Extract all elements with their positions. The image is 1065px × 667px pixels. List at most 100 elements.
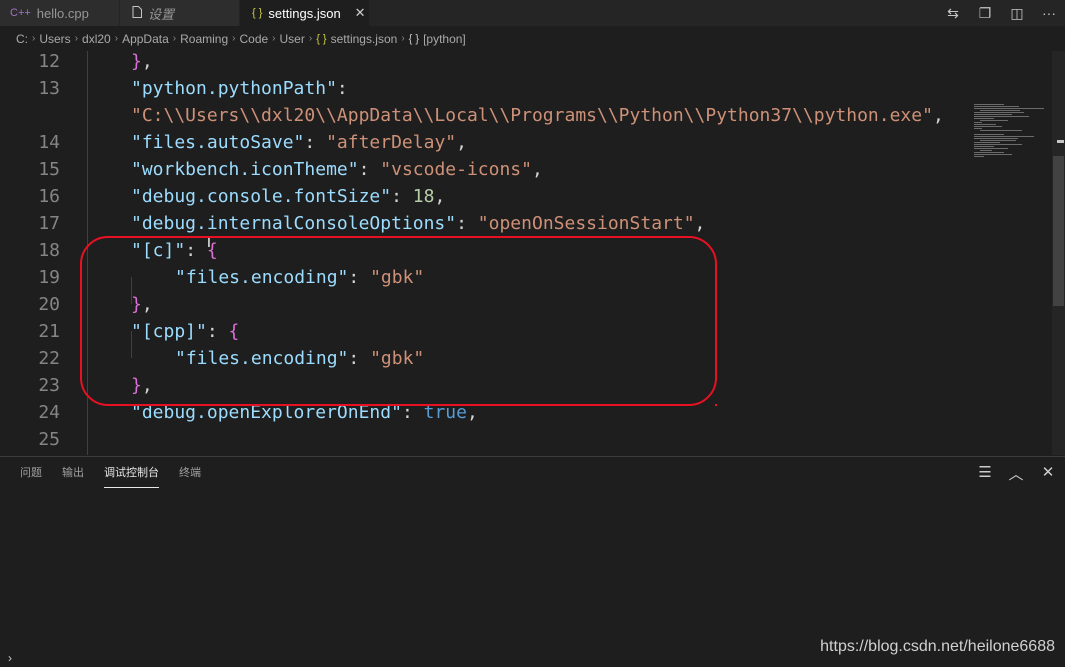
line-number: 19	[38, 267, 60, 288]
split-editor-icon[interactable]: ◫	[1001, 5, 1033, 22]
chevron-right-icon: ›	[172, 33, 177, 44]
code-token: ,	[531, 159, 543, 180]
code-token: "openOnSessionStart"	[477, 213, 695, 234]
panel-tab-output[interactable]: 输出	[62, 465, 84, 487]
code-token: "files.autoSave"	[131, 132, 305, 153]
minimap-line	[974, 116, 1029, 117]
line-number: 16	[38, 186, 60, 207]
line-number: 13	[38, 78, 60, 99]
minimap-line	[974, 124, 996, 125]
cpp-file-icon: C++	[10, 7, 31, 19]
minimap-line	[974, 154, 1012, 155]
maximize-panel-icon[interactable]: ︿	[1006, 463, 1026, 484]
tab-settings-json[interactable]: { } settings.json ✕	[240, 0, 370, 26]
code-token: :	[358, 159, 381, 180]
code-line[interactable]: 13 "python.pythonPath":	[0, 75, 1050, 102]
code-token: :	[391, 186, 413, 207]
code-line[interactable]: 15 "workbench.iconTheme": "vscode-icons",	[0, 156, 1050, 183]
code-line[interactable]: "C:\\Users\\dxl20\\AppData\\Local\\Progr…	[0, 102, 1050, 129]
close-icon[interactable]: ✕	[355, 5, 366, 21]
chevron-right-icon: ›	[74, 33, 79, 44]
scroll-marker	[1057, 140, 1064, 143]
minimap-line	[980, 150, 992, 151]
scrollbar-thumb[interactable]	[1053, 156, 1064, 306]
minimap-line	[974, 106, 1019, 107]
code-token: "vscode-icons"	[380, 159, 532, 180]
chevron-right-icon: ›	[114, 33, 119, 44]
code-line[interactable]: 16 "debug.console.fontSize": 18,	[0, 183, 1050, 210]
minimap-line	[980, 120, 1008, 121]
minimap-line	[974, 108, 1044, 109]
breadcrumb-item[interactable]: dxl20	[82, 32, 111, 46]
minimap-line	[974, 138, 1018, 139]
tab-label: 设置	[148, 6, 175, 22]
breadcrumb-item[interactable]: [python]	[423, 32, 466, 46]
code-token: "afterDelay"	[326, 132, 457, 153]
tab-label: hello.cpp	[36, 5, 89, 21]
compare-icon[interactable]: ⇆	[937, 5, 969, 22]
panel-tab-problems[interactable]: 问题	[20, 465, 42, 487]
code-token: :	[304, 132, 327, 153]
code-token: :	[456, 213, 478, 234]
code-line[interactable]: 17 "debug.internalConsoleOptions": "openO…	[0, 210, 1050, 237]
watermark: https://blog.csdn.net/heilone6688	[820, 638, 1055, 655]
code-text: },	[131, 51, 153, 75]
panel-tab-terminal[interactable]: 终端	[179, 465, 201, 487]
chevron-right-icon: ›	[308, 33, 313, 44]
editor-tab-bar: C++ hello.cpp 设置 { } settings.json ✕ ⇆ ❐…	[0, 0, 1065, 26]
breadcrumb-item[interactable]: Code	[239, 32, 268, 46]
minimap-line	[974, 148, 1008, 149]
minimap-line	[974, 118, 994, 119]
breadcrumb-item[interactable]: AppData	[122, 32, 169, 46]
clear-console-icon[interactable]: ☰	[975, 463, 995, 481]
line-number: 25	[38, 429, 60, 450]
minimap-line	[980, 110, 1020, 111]
tab-hello-cpp[interactable]: C++ hello.cpp	[0, 0, 120, 26]
minimap-line	[974, 126, 1002, 127]
close-panel-icon[interactable]: ✕	[1038, 463, 1058, 481]
chevron-right-icon: ›	[32, 33, 36, 44]
breadcrumb-item[interactable]: settings.json	[331, 32, 398, 46]
line-number: 23	[38, 375, 60, 396]
minimap-line	[974, 112, 1024, 113]
open-preview-icon[interactable]: ❐	[969, 5, 1001, 22]
minimap[interactable]	[970, 102, 1050, 162]
code-text: "python.pythonPath":	[131, 75, 348, 102]
breadcrumb-item[interactable]: Roaming	[180, 32, 228, 46]
chevron-right-icon[interactable]: ›	[8, 651, 12, 665]
json-file-icon: { }	[252, 7, 263, 19]
json-file-icon: { }	[316, 32, 327, 45]
code-token: "workbench.iconTheme"	[131, 159, 359, 180]
code-token: "debug.console.fontSize"	[131, 186, 392, 207]
breadcrumb-item[interactable]: Users	[39, 32, 70, 46]
code-line[interactable]: 12},	[0, 51, 1050, 75]
line-number: 18	[38, 240, 60, 261]
line-number: 20	[38, 294, 60, 315]
code-token: 18	[412, 186, 435, 207]
minimap-line	[974, 134, 1004, 135]
minimap-line	[974, 142, 1000, 143]
highlight-annotation-box	[80, 236, 717, 406]
tab-settings-ui[interactable]: 设置	[120, 0, 240, 26]
code-line[interactable]: 25	[0, 426, 1050, 453]
panel-tab-debug-console[interactable]: 调试控制台	[104, 465, 159, 488]
code-text: "files.autoSave": "afterDelay",	[131, 129, 467, 156]
minimap-line	[974, 122, 982, 123]
minimap-line	[974, 152, 1004, 153]
code-line[interactable]: 14 "files.autoSave": "afterDelay",	[0, 129, 1050, 156]
code-token: ,	[141, 51, 153, 72]
breadcrumb-item[interactable]: User	[280, 32, 305, 46]
code-text: "workbench.iconTheme": "vscode-icons",	[131, 156, 543, 183]
line-number: 14	[38, 132, 60, 153]
breadcrumb-item[interactable]: C:	[16, 32, 28, 46]
code-token: ,	[456, 132, 467, 153]
line-number: 12	[38, 51, 60, 72]
more-actions-icon[interactable]: ···	[1033, 5, 1065, 21]
tab-label: settings.json	[268, 5, 341, 21]
code-token: ,	[434, 186, 446, 207]
minimap-line	[980, 140, 1016, 141]
code-text: "debug.console.fontSize": 18,	[131, 183, 445, 210]
chevron-right-icon: ›	[401, 33, 405, 44]
object-icon: { }	[408, 32, 420, 45]
minimap-line	[974, 156, 984, 157]
